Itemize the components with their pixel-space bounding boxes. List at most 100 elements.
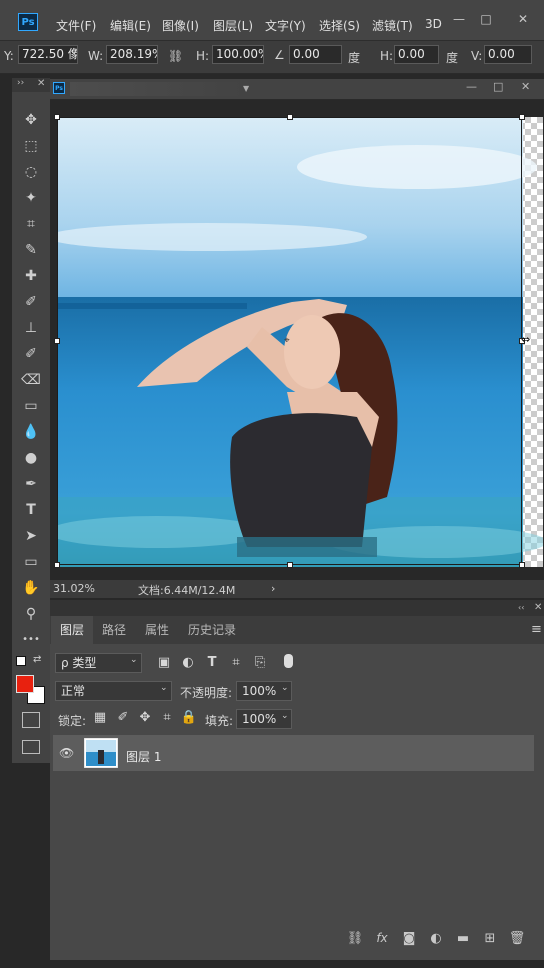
swap-colors-icon[interactable]: ⇄ bbox=[33, 654, 41, 665]
chevron-down-icon[interactable]: ⌄ bbox=[281, 683, 289, 693]
y-field[interactable]: 722.50 像素 bbox=[18, 45, 78, 64]
menu-file[interactable]: 文件(F) bbox=[56, 17, 96, 34]
transform-handle[interactable] bbox=[519, 114, 525, 120]
marquee-icon[interactable]: ⬚ bbox=[12, 133, 50, 159]
trash-icon[interactable]: 🗑 bbox=[507, 931, 527, 946]
menu-3d[interactable]: 3D bbox=[425, 17, 442, 31]
h-skew-field[interactable]: 0.00 bbox=[394, 45, 439, 64]
foreground-color-swatch[interactable] bbox=[16, 675, 34, 693]
transform-handle[interactable] bbox=[287, 562, 293, 568]
tab-properties[interactable]: 属性 bbox=[136, 616, 178, 644]
document-tab[interactable] bbox=[70, 82, 245, 96]
filter-toggle-icon[interactable] bbox=[284, 654, 293, 668]
adjustment-icon[interactable]: ◐ bbox=[426, 931, 446, 946]
pixel-filter-icon[interactable]: ▣ bbox=[155, 654, 173, 672]
transform-handle[interactable] bbox=[54, 338, 60, 344]
healing-icon[interactable]: ✚ bbox=[12, 263, 50, 289]
minimize-button[interactable]: — bbox=[446, 8, 472, 30]
restore-button[interactable]: □ bbox=[473, 8, 499, 30]
hand-icon[interactable]: ✋ bbox=[12, 575, 50, 601]
lock-transparent-icon[interactable]: ▦ bbox=[91, 709, 109, 727]
path-select-icon[interactable]: ➤ bbox=[12, 523, 50, 549]
layer-thumbnail[interactable] bbox=[84, 738, 118, 768]
panel-menu-icon[interactable]: ≡ bbox=[531, 622, 542, 637]
gradient-icon[interactable]: ▭ bbox=[12, 393, 50, 419]
screen-mode-icon[interactable] bbox=[22, 740, 40, 754]
reference-point-icon[interactable]: ⌖ bbox=[284, 335, 290, 346]
tab-dropdown-icon[interactable]: ▼ bbox=[243, 84, 249, 93]
transform-handle[interactable] bbox=[287, 114, 293, 120]
menu-type[interactable]: 文字(Y) bbox=[265, 17, 306, 34]
new-layer-icon[interactable]: ⊞ bbox=[480, 931, 500, 946]
transform-handle[interactable] bbox=[54, 562, 60, 568]
v-skew-field[interactable]: 0.00 bbox=[484, 45, 532, 64]
dodge-icon[interactable]: ● bbox=[12, 445, 50, 471]
status-bar bbox=[50, 580, 544, 598]
crop-icon[interactable]: ⌗ bbox=[12, 211, 50, 237]
toolbar-close-icon[interactable]: ✕ bbox=[37, 78, 45, 89]
smart-object-filter-icon[interactable]: ⎘ bbox=[251, 654, 269, 672]
link-icon[interactable]: ⛓ bbox=[345, 931, 365, 946]
layer-name[interactable]: 图层 1 bbox=[126, 748, 161, 765]
stamp-icon[interactable]: ⊥ bbox=[12, 315, 50, 341]
transform-handle[interactable] bbox=[54, 114, 60, 120]
quick-mask-icon[interactable] bbox=[22, 712, 40, 728]
default-colors-icon[interactable] bbox=[16, 656, 26, 666]
panel-collapse-icon[interactable]: ‹‹ bbox=[518, 603, 524, 612]
rectangle-icon[interactable]: ▭ bbox=[12, 549, 50, 575]
tab-history[interactable]: 历史记录 bbox=[179, 616, 245, 644]
layer-filter-kind[interactable]: ρ 类型 bbox=[55, 653, 142, 673]
type-filter-icon[interactable]: T bbox=[203, 654, 221, 672]
lock-all-icon[interactable]: 🔒 bbox=[180, 709, 198, 727]
lock-position-icon[interactable]: ✥ bbox=[136, 709, 154, 727]
zoom-level[interactable]: 31.02% bbox=[53, 582, 95, 595]
brush-icon[interactable]: ✐ bbox=[12, 289, 50, 315]
menu-edit[interactable]: 编辑(E) bbox=[110, 17, 151, 34]
group-icon[interactable]: ▬ bbox=[453, 931, 473, 946]
menu-select[interactable]: 选择(S) bbox=[319, 17, 360, 34]
lock-label: 锁定: bbox=[58, 714, 87, 728]
history-brush-icon[interactable]: ✐ bbox=[12, 341, 50, 367]
doc-restore-button[interactable]: □ bbox=[493, 80, 503, 93]
status-menu-arrow[interactable]: › bbox=[271, 582, 275, 595]
eyedropper-icon[interactable]: ✎ bbox=[12, 237, 50, 263]
w-label: W: bbox=[88, 49, 104, 63]
panel-close-icon[interactable]: ✕ bbox=[534, 602, 542, 613]
rotation-field[interactable]: 0.00 bbox=[289, 45, 342, 64]
lock-pixels-icon[interactable]: ✐ bbox=[114, 709, 132, 727]
transform-handle[interactable] bbox=[519, 562, 525, 568]
menu-image[interactable]: 图像(I) bbox=[162, 17, 199, 34]
menu-layer[interactable]: 图层(L) bbox=[213, 17, 253, 34]
opacity-label: 不透明度: bbox=[180, 686, 233, 700]
blend-mode-select[interactable]: 正常 bbox=[55, 681, 172, 701]
move-icon[interactable]: ✥ bbox=[12, 107, 50, 133]
magic-wand-icon[interactable]: ✦ bbox=[12, 185, 50, 211]
mask-icon[interactable]: ◙ bbox=[399, 931, 419, 946]
eye-visibility-icon[interactable]: 👁 bbox=[59, 746, 74, 760]
collapse-icon[interactable]: ›› bbox=[17, 78, 24, 88]
zoom-icon[interactable]: ⚲ bbox=[12, 601, 50, 627]
document-ps-icon: Ps bbox=[53, 82, 65, 94]
doc-close-button[interactable]: ✕ bbox=[521, 80, 530, 93]
eraser-icon[interactable]: ⌫ bbox=[12, 367, 50, 393]
doc-minimize-button[interactable]: — bbox=[466, 80, 477, 93]
lasso-icon[interactable]: ◌ bbox=[12, 159, 50, 185]
menu-filter[interactable]: 滤镜(T) bbox=[372, 17, 413, 34]
chevron-down-icon[interactable]: ⌄ bbox=[281, 711, 289, 721]
type-icon[interactable]: T bbox=[12, 497, 50, 523]
fx-icon[interactable]: fx bbox=[372, 931, 392, 945]
pen-icon[interactable]: ✒ bbox=[12, 471, 50, 497]
chevron-down-icon: ⌄ bbox=[160, 683, 168, 693]
more-icon[interactable]: ••• bbox=[12, 627, 50, 653]
tab-layers[interactable]: 图层 bbox=[51, 616, 94, 644]
blur-icon[interactable]: 💧 bbox=[12, 419, 50, 445]
link-icon[interactable]: ⛓ bbox=[168, 49, 183, 63]
tab-paths[interactable]: 路径 bbox=[93, 616, 135, 644]
width-field[interactable]: 208.19% bbox=[106, 45, 158, 64]
height-field[interactable]: 100.00% bbox=[212, 45, 264, 64]
close-button[interactable]: ✕ bbox=[510, 8, 536, 30]
lock-artboard-icon[interactable]: ⌗ bbox=[158, 709, 176, 727]
shape-filter-icon[interactable]: ⌗ bbox=[227, 654, 245, 672]
v-skew-label: V: bbox=[471, 49, 483, 63]
adjustment-filter-icon[interactable]: ◐ bbox=[179, 654, 197, 672]
